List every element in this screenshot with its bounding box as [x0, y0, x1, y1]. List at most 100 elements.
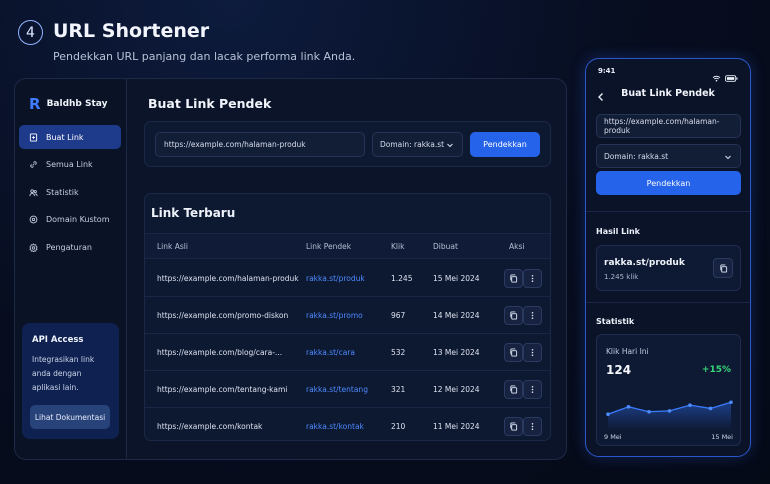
- wifi-icon: [712, 67, 721, 86]
- sidebar-item-pengaturan[interactable]: Pengaturan: [19, 235, 121, 259]
- api-access-card: API Access Integrasikan link anda dengan…: [22, 323, 119, 439]
- sidebar-item-buat-link[interactable]: Buat Link: [19, 125, 121, 149]
- sidebar-nav: Buat Link Semua Link Statistik Domain Ku…: [19, 125, 121, 263]
- shorten-button[interactable]: Pendekkan: [470, 132, 540, 157]
- sidebar-item-label: Domain Kustom: [46, 215, 110, 224]
- chart-delta: +15%: [701, 365, 731, 375]
- chart-point-10-mei: [626, 404, 631, 409]
- step-number: 4: [18, 20, 43, 45]
- mobile-page-title: Buat Link Pendek: [621, 88, 715, 99]
- status-time: 9:41: [598, 67, 616, 75]
- short-link[interactable]: rakka.st/tentang: [306, 371, 368, 407]
- sidebar-item-label: Semua Link: [46, 160, 93, 169]
- short-link[interactable]: rakka.st/produk: [306, 260, 365, 296]
- stats-heading: Statistik: [596, 317, 635, 326]
- more-options-icon[interactable]: [523, 380, 542, 399]
- chart-point-13-mei: [688, 403, 692, 407]
- table-header: Link Asli Link Pendek Klik Dibuat Aksi: [145, 233, 550, 259]
- copy-icon[interactable]: [713, 258, 733, 278]
- click-count: 321: [391, 384, 406, 394]
- link-icon: [29, 160, 38, 169]
- stats-card: Klik Hari Ini 124 +15% 9 Mei 15 Mei: [596, 334, 741, 446]
- copy-icon[interactable]: [504, 306, 523, 325]
- mobile-domain-select[interactable]: Domain: rakka.st: [596, 144, 741, 168]
- recent-links-title: Link Terbaru: [151, 206, 236, 220]
- click-count: 210: [391, 421, 406, 431]
- x-axis-end-label: 15 Mei: [711, 433, 733, 441]
- mobile-preview: 9:41 Buat Link Pendek https://example.co…: [585, 58, 751, 457]
- chart-point-12-mei: [667, 409, 672, 413]
- copy-icon[interactable]: [504, 269, 523, 288]
- short-link[interactable]: rakka.st/cara: [306, 334, 355, 370]
- result-short-link[interactable]: rakka.st/produk: [604, 258, 685, 268]
- domain-select[interactable]: Domain: rakka.st: [372, 132, 463, 157]
- url-input[interactable]: https://example.com/halaman-produk: [155, 132, 365, 157]
- stats-icon: [29, 188, 38, 197]
- chart-label: Klik Hari Ini: [606, 347, 649, 356]
- sidebar-item-label: Statistik: [46, 187, 79, 197]
- created-date: 11 Mei 2024: [433, 421, 480, 431]
- original-url: https://example.com/kontak: [157, 421, 263, 431]
- table-row: https://example.com/halaman-produk rakka.…: [145, 260, 550, 297]
- brand-name: Baldhb Stay: [46, 99, 108, 109]
- sidebar-item-statistik[interactable]: Statistik: [19, 180, 121, 204]
- chevron-down-icon: [724, 153, 732, 163]
- original-url: https://example.com/blog/cara-...: [157, 347, 283, 357]
- chart-area-fill: [608, 402, 731, 429]
- sidebar-item-domain-kustom[interactable]: Domain Kustom: [19, 208, 121, 232]
- divider: [586, 211, 750, 212]
- original-url: https://example.com/halaman-produk: [157, 273, 299, 283]
- more-options-icon[interactable]: [523, 269, 542, 288]
- original-url: https://example.com/tentang-kami: [157, 384, 288, 394]
- brand[interactable]: R Baldhb Stay: [29, 95, 107, 113]
- page-subtitle: Pendekkan URL panjang dan lacak performa…: [53, 50, 356, 63]
- create-link-title: Buat Link Pendek: [148, 96, 272, 111]
- sidebar-item-semua-link[interactable]: Semua Link: [19, 153, 121, 177]
- column-header: Link Pendek: [306, 241, 352, 251]
- sidebar-item-label: Pengaturan: [46, 242, 92, 252]
- created-date: 14 Mei 2024: [433, 310, 480, 320]
- click-count: 532: [391, 347, 406, 357]
- sidebar: R Baldhb Stay Buat Link Semua Link Stati…: [15, 79, 127, 459]
- table-row: https://example.com/kontak rakka.st/konta…: [145, 408, 550, 440]
- copy-icon[interactable]: [504, 417, 523, 436]
- column-header: Link Asli: [157, 241, 188, 251]
- x-axis-start-label: 9 Mei: [604, 433, 622, 441]
- mobile-shorten-button[interactable]: Pendekkan: [596, 171, 741, 195]
- divider: [586, 302, 750, 303]
- chart-point-14-mei: [708, 406, 713, 411]
- link-add-icon: [29, 132, 38, 142]
- column-header: Klik: [391, 241, 405, 251]
- copy-icon[interactable]: [504, 380, 523, 399]
- copy-icon[interactable]: [504, 343, 523, 362]
- table-row: https://example.com/promo-diskon rakka.st…: [145, 297, 550, 334]
- table-row: https://example.com/blog/cara-... rakka.s…: [145, 334, 550, 371]
- api-card-description: Integrasikan link anda dengan aplikasi l…: [32, 355, 95, 392]
- column-header: Dibuat: [433, 241, 458, 251]
- click-count: 1.245: [391, 273, 413, 283]
- result-clicks: 1.245 klik: [604, 273, 639, 281]
- chevron-down-icon: [446, 141, 454, 151]
- chart-value: 124: [606, 363, 632, 377]
- gear-icon: [29, 242, 38, 252]
- more-options-icon[interactable]: [523, 306, 542, 325]
- click-count: 967: [391, 310, 406, 320]
- desktop-app-window: R Baldhb Stay Buat Link Semua Link Stati…: [14, 78, 567, 460]
- more-options-icon[interactable]: [523, 343, 542, 362]
- page-title: URL Shortener: [53, 20, 210, 42]
- mobile-url-input[interactable]: https://example.com/halaman-produk: [596, 114, 741, 138]
- table-row: https://example.com/tentang-kami rakka.st…: [145, 371, 550, 408]
- created-date: 15 Mei 2024: [433, 273, 480, 283]
- short-link[interactable]: rakka.st/kontak: [306, 408, 364, 440]
- chart-point-15-mei: [729, 400, 733, 405]
- more-options-icon[interactable]: [523, 417, 542, 436]
- create-link-form: https://example.com/halaman-produk Domai…: [144, 121, 551, 167]
- created-date: 13 Mei 2024: [433, 347, 480, 357]
- globe-icon: [29, 215, 38, 224]
- chart-point-11-mei: [647, 409, 651, 414]
- sidebar-item-label: Buat Link: [46, 132, 84, 142]
- domain-select-value: Domain: rakka.st: [380, 140, 445, 149]
- brand-logo-icon: R: [29, 95, 41, 113]
- short-link[interactable]: rakka.st/promo: [306, 297, 363, 333]
- view-docs-button[interactable]: Lihat Dokumentasi: [30, 405, 110, 429]
